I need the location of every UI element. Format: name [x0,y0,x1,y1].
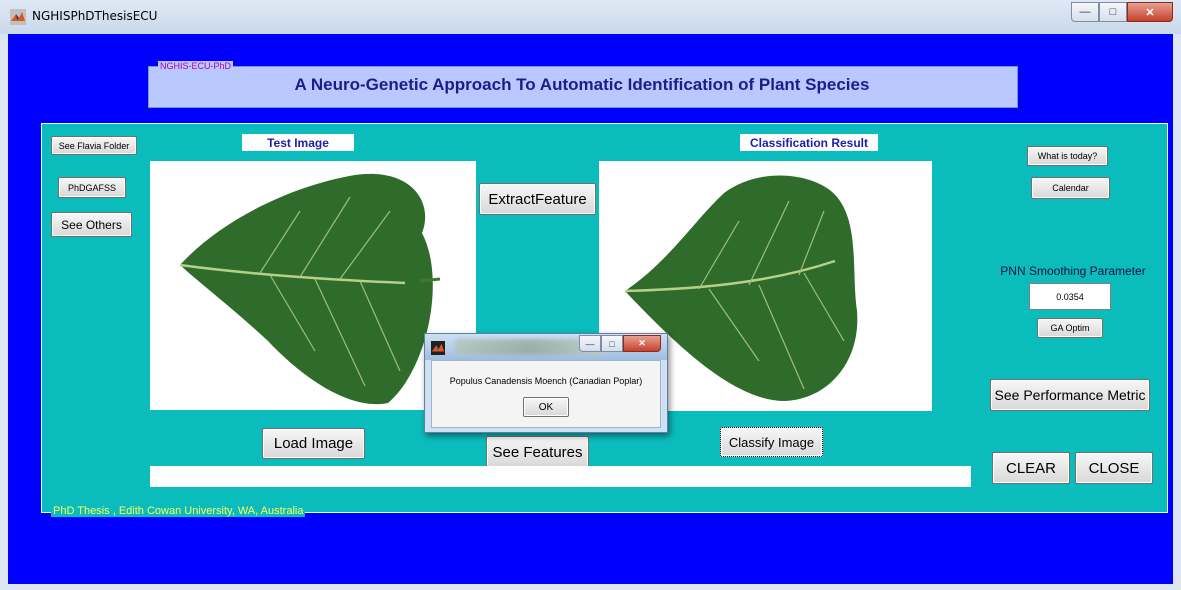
dialog-titlebar: — □ ✕ [425,334,667,360]
dialog-ok-button[interactable]: OK [523,397,569,417]
see-flavia-folder-button[interactable]: See Flavia Folder [51,136,137,155]
close-button[interactable]: CLOSE [1075,452,1153,484]
header-panel-tag: NGHIS-ECU-PhD [158,61,234,71]
classification-result-label: Classification Result [740,134,878,151]
load-image-button[interactable]: Load Image [262,428,365,459]
extract-feature-button[interactable]: ExtractFeature [479,183,596,215]
window-frame-bottom [0,584,1181,590]
ga-optim-button[interactable]: GA Optim [1037,318,1103,338]
pnn-smoothing-value[interactable]: 0.0354 [1029,283,1111,310]
dialog-maximize-button[interactable]: □ [601,335,623,352]
maximize-button[interactable]: □ [1099,2,1127,22]
calendar-button[interactable]: Calendar [1031,177,1110,199]
message-dialog: — □ ✕ Populus Canadensis Moench (Canadia… [424,333,668,433]
see-others-button[interactable]: See Others [51,212,132,237]
footer-panel-tag: PhD Thesis , Edith Cowan University, WA,… [51,505,306,517]
phdgafss-button[interactable]: PhDGAFSS [58,177,126,198]
test-image-label: Test Image [242,134,354,151]
window-frame-left [0,34,8,590]
dialog-close-button[interactable]: ✕ [623,335,661,352]
window-titlebar: NGHISPhDThesisECU — □ ✕ [0,0,1181,35]
minimize-button[interactable]: — [1071,2,1099,22]
dialog-message: Populus Canadensis Moench (Canadian Popl… [449,376,643,386]
window-title: NGHISPhDThesisECU [32,9,158,23]
see-features-button[interactable]: See Features [486,436,589,468]
what-is-today-button[interactable]: What is today? [1027,146,1108,166]
dialog-minimize-button[interactable]: — [579,335,601,352]
window-close-button[interactable]: ✕ [1127,2,1173,22]
window-frame-right [1173,34,1181,590]
see-performance-metric-button[interactable]: See Performance Metric [990,379,1150,411]
dialog-body: Populus Canadensis Moench (Canadian Popl… [431,360,661,428]
dialog-caption-buttons: — □ ✕ [579,335,661,352]
pnn-smoothing-label: PNN Smoothing Parameter [1000,264,1146,278]
status-text-field [150,466,971,487]
clear-button[interactable]: CLEAR [992,452,1070,484]
window-caption-buttons: — □ ✕ [1071,2,1173,22]
page-title: A Neuro-Genetic Approach To Automatic Id… [294,75,870,94]
matlab-dialog-icon [431,341,445,355]
classify-image-button[interactable]: Classify Image [720,427,823,457]
matlab-app-icon [10,9,26,25]
